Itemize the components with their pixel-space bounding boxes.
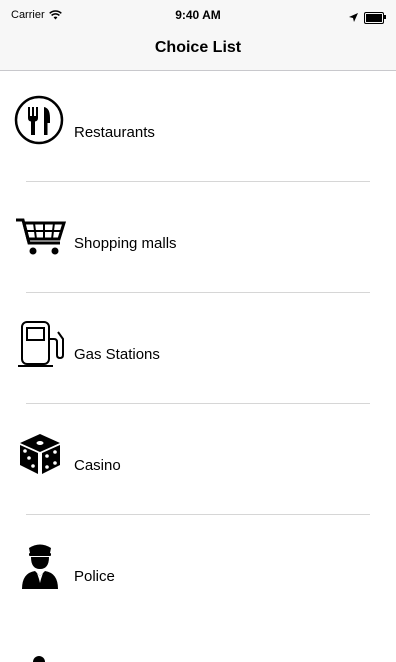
list-item-label: Shopping malls xyxy=(74,235,177,252)
dice-icon xyxy=(14,428,66,480)
battery-icon xyxy=(364,12,386,24)
partial-list-icon xyxy=(33,656,45,662)
list-item-label: Casino xyxy=(74,457,121,474)
restaurant-icon xyxy=(14,95,66,147)
status-bar: Carrier 9:40 AM xyxy=(0,0,396,24)
navigation-bar: Choice List xyxy=(0,24,396,71)
status-time: 9:40 AM xyxy=(175,8,221,22)
police-officer-icon xyxy=(14,539,66,591)
list-item-label: Police xyxy=(74,568,115,585)
list-item-casino[interactable]: Casino xyxy=(0,404,396,515)
gas-station-icon xyxy=(14,317,66,369)
list-item-police[interactable]: Police xyxy=(0,515,396,626)
choice-list: Restaurants Shopping malls Gas Stations … xyxy=(0,71,396,626)
list-item-label: Gas Stations xyxy=(74,346,160,363)
shopping-cart-icon xyxy=(14,206,66,258)
battery-level xyxy=(366,14,382,22)
list-item-label: Restaurants xyxy=(74,124,155,141)
list-item-restaurants[interactable]: Restaurants xyxy=(0,71,396,182)
page-title: Choice List xyxy=(154,39,242,56)
list-item-gas-stations[interactable]: Gas Stations xyxy=(0,293,396,404)
list-item-shopping-malls[interactable]: Shopping malls xyxy=(0,182,396,293)
